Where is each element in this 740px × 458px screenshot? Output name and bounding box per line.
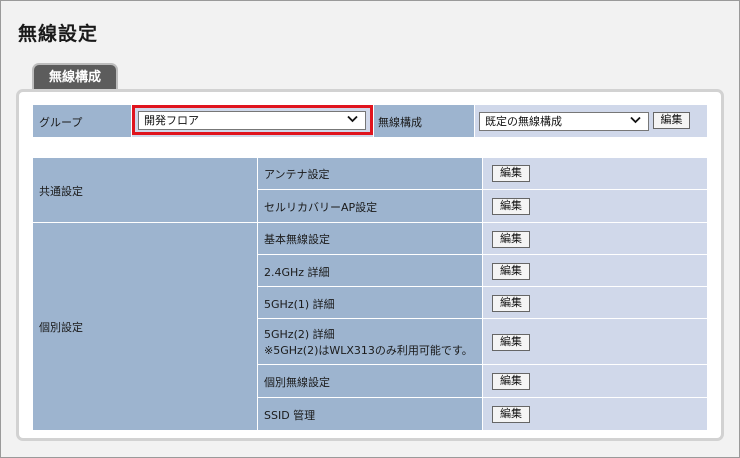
common-settings-cell: 共通設定 [33, 158, 257, 222]
row-action-cell: 編集 [483, 287, 707, 318]
row-label: 2.4GHz 詳細 [264, 266, 330, 279]
edit-button[interactable]: 編集 [492, 198, 530, 215]
group-select[interactable]: 開発フロア [138, 111, 366, 130]
config-label: 無線構成 [378, 116, 422, 129]
config-select[interactable]: 既定の無線構成 [479, 112, 649, 131]
row-action-cell: 編集 [483, 158, 707, 189]
config-label-cell: 無線構成 [374, 105, 474, 137]
row-label: 基本無線設定 [264, 233, 330, 246]
table-row: 5GHz(2) 詳細 ※5GHz(2)はWLX313のみ利用可能です。 [258, 319, 482, 364]
table-row: 5GHz(1) 詳細 [258, 287, 482, 318]
row-action-cell: 編集 [483, 365, 707, 397]
row-action-cell: 編集 [483, 319, 707, 364]
table-row: アンテナ設定 [258, 158, 482, 189]
config-edit-button[interactable]: 編集 [653, 112, 690, 129]
page-title: 無線設定 [18, 23, 99, 45]
edit-button[interactable]: 編集 [492, 373, 530, 390]
edit-button[interactable]: 編集 [492, 263, 530, 280]
edit-button[interactable]: 編集 [492, 165, 530, 182]
individual-settings-cell: 個別設定 [33, 223, 257, 430]
row-action-cell: 編集 [483, 398, 707, 430]
group-label: グループ [39, 116, 83, 129]
config-select-value: 既定の無線構成 [485, 115, 562, 128]
table-row: 2.4GHz 詳細 [258, 255, 482, 286]
tab-wireless-config[interactable]: 無線構成 [32, 63, 118, 89]
edit-button[interactable]: 編集 [492, 295, 530, 312]
row-label: 5GHz(1) 詳細 [264, 298, 335, 311]
edit-button[interactable]: 編集 [492, 231, 530, 248]
table-row: 個別無線設定 [258, 365, 482, 397]
row-label: SSID 管理 [264, 409, 316, 422]
row-label: 個別無線設定 [264, 376, 330, 389]
settings-panel: グループ 開発フロア 無線構成 既定の無線構成 編集 共通設定 個別設定 アンテ… [16, 89, 724, 441]
row-note: ※5GHz(2)はWLX313のみ利用可能です。 [264, 344, 473, 357]
common-settings-label: 共通設定 [39, 185, 83, 198]
individual-settings-label: 個別設定 [39, 321, 83, 334]
table-row: SSID 管理 [258, 398, 482, 430]
group-select-value: 開発フロア [144, 114, 199, 127]
edit-button[interactable]: 編集 [492, 334, 530, 351]
chevron-down-icon [630, 113, 641, 130]
row-action-cell: 編集 [483, 223, 707, 254]
row-action-cell: 編集 [483, 190, 707, 222]
row-label: セルリカバリーAP設定 [264, 201, 378, 214]
table-row: セルリカバリーAP設定 [258, 190, 482, 222]
row-label: アンテナ設定 [264, 168, 330, 181]
group-label-cell: グループ [33, 105, 131, 137]
row-action-cell: 編集 [483, 255, 707, 286]
table-row: 基本無線設定 [258, 223, 482, 254]
chevron-down-icon [347, 112, 358, 129]
edit-button[interactable]: 編集 [492, 406, 530, 423]
row-label: 5GHz(2) 詳細 [264, 328, 335, 341]
